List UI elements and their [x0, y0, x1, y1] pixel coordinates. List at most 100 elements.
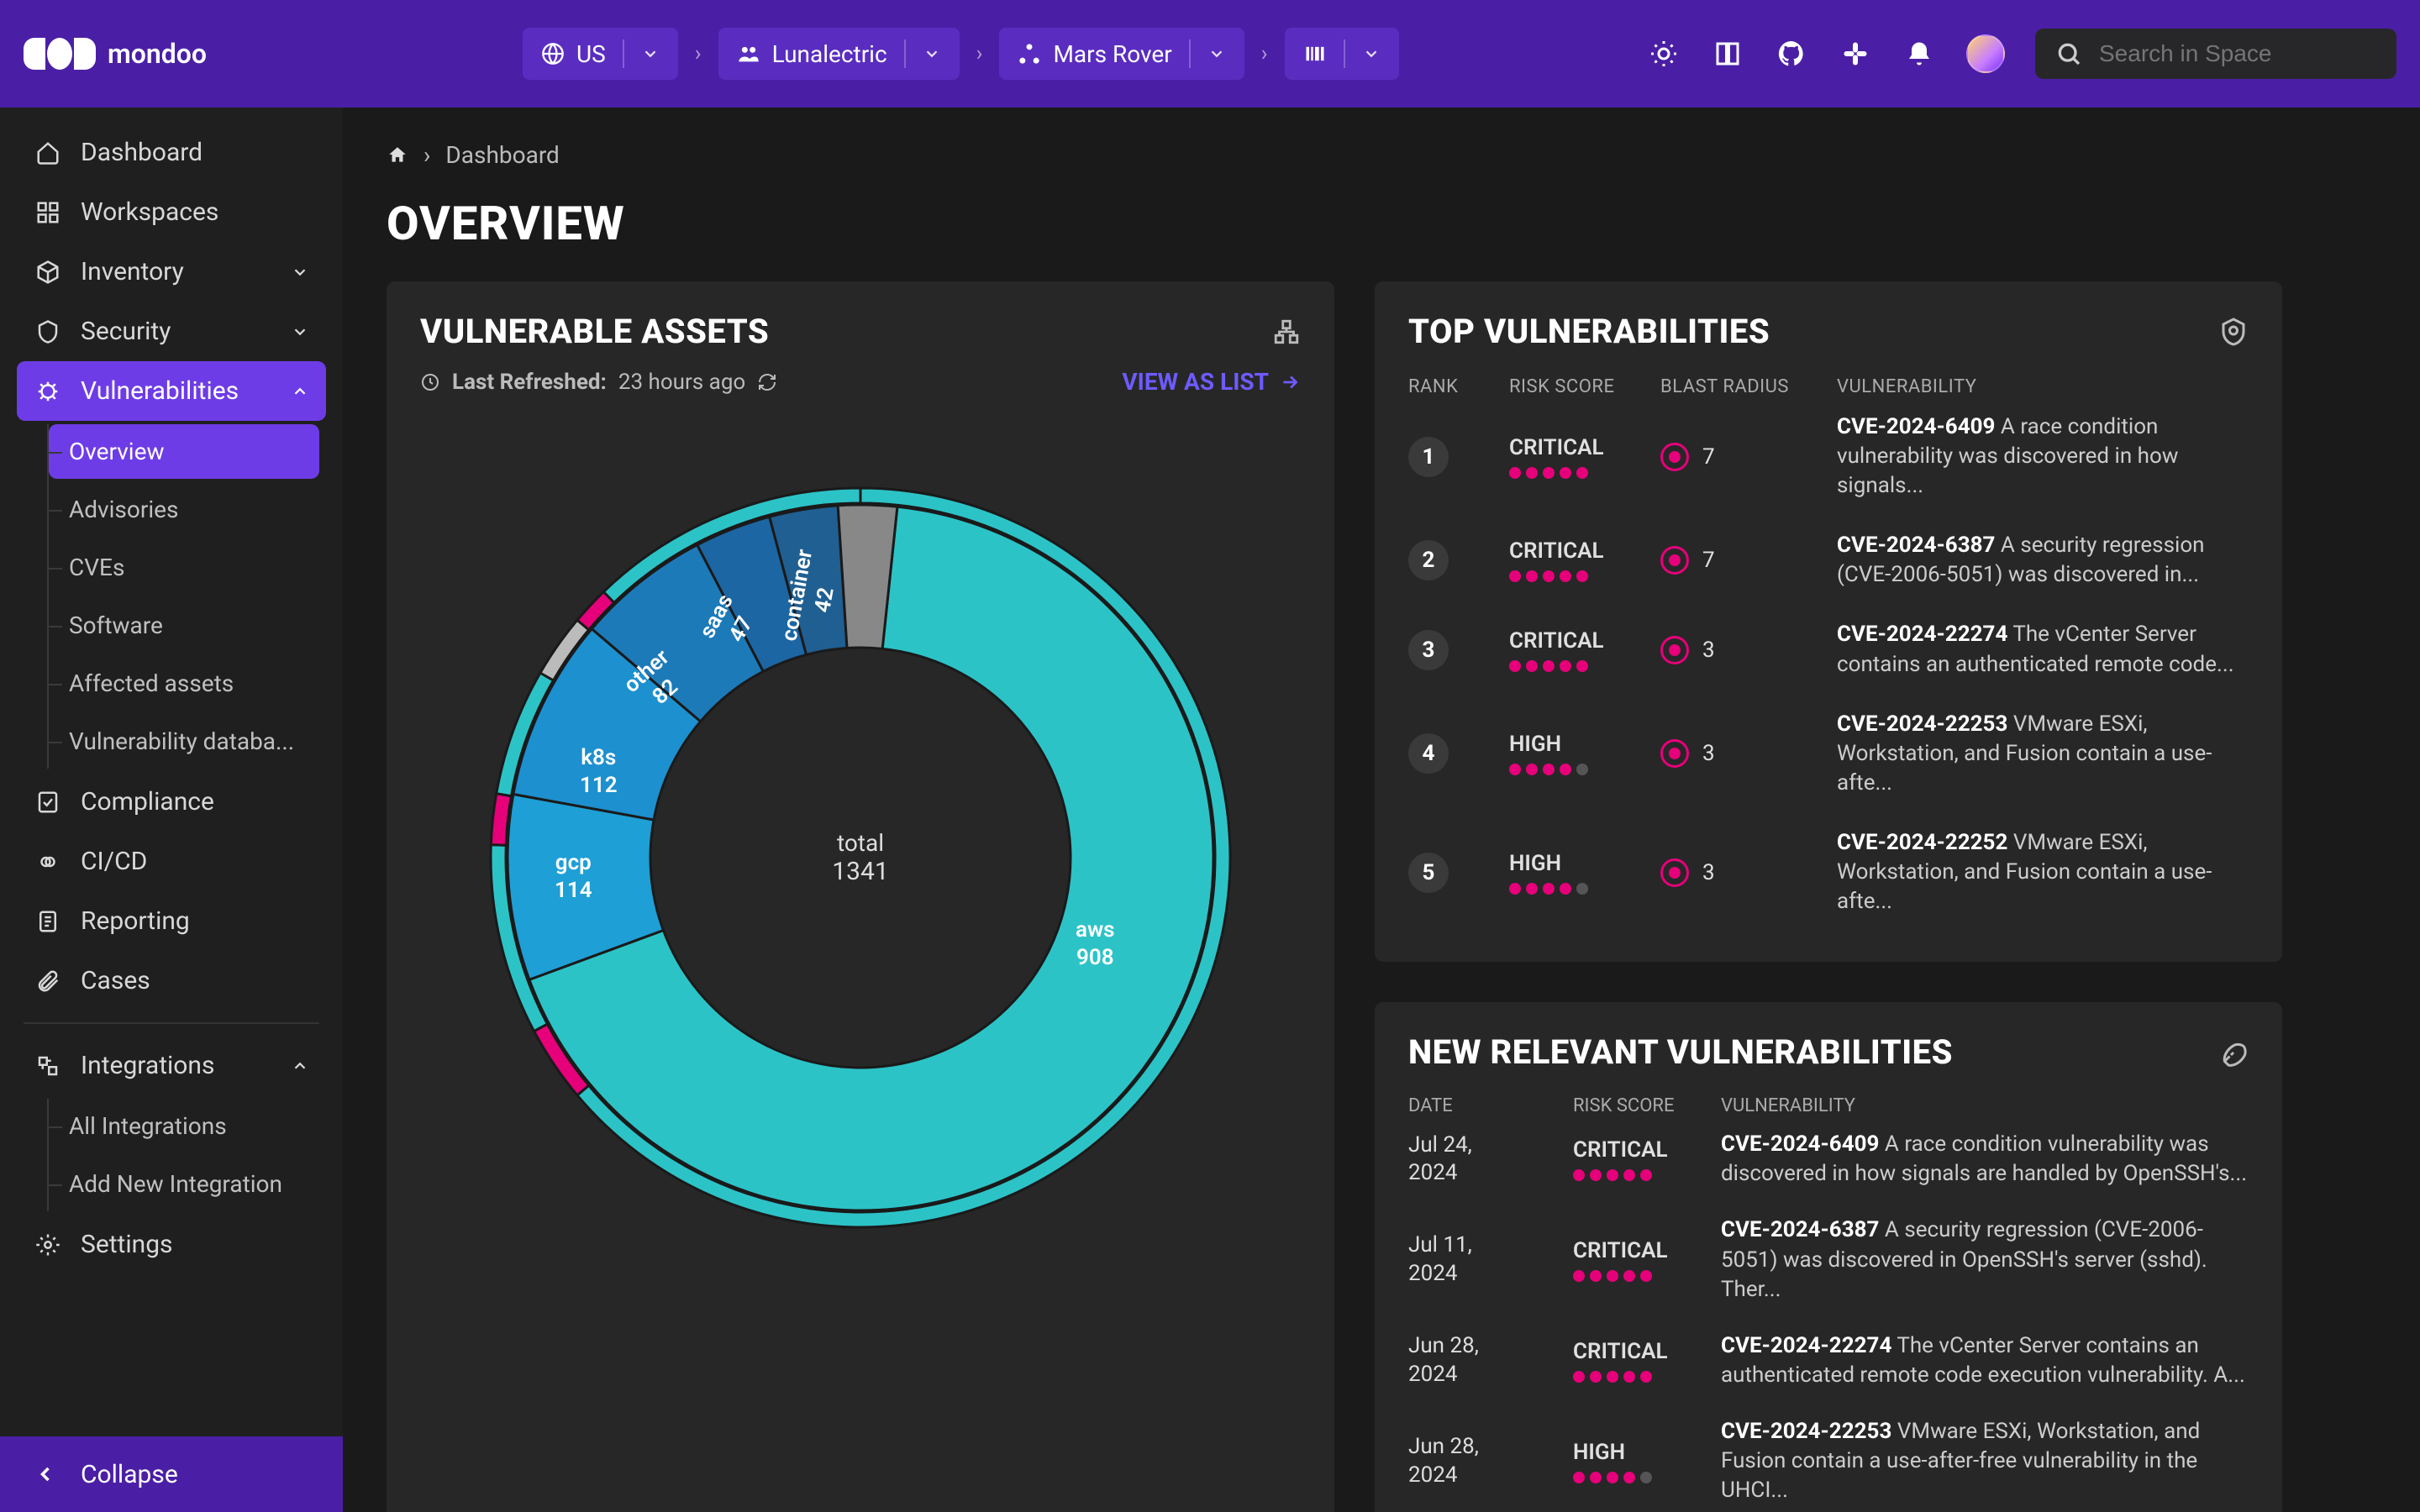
sub-item-add-integration[interactable]: Add New Integration [49, 1157, 319, 1211]
search-box[interactable] [2035, 29, 2396, 79]
risk-score: HIGH [1573, 1440, 1707, 1483]
last-refreshed-value: 23 hours ago [618, 370, 745, 395]
date-cell: Jun 28,2024 [1408, 1433, 1560, 1490]
panel-title: VULNERABLE ASSETS [420, 312, 769, 351]
docs-icon[interactable] [1711, 37, 1744, 71]
donut-center: total 1341 [832, 829, 888, 886]
col-blast: BLAST RADIUS [1660, 376, 1828, 397]
breadcrumb-chip-workspace[interactable] [1285, 28, 1399, 80]
vulnerabilities-subtree: Overview Advisories CVEs Software Affect… [47, 424, 326, 769]
blast-radius: 7 [1660, 443, 1828, 471]
table-row[interactable]: 5 HIGH 3 CVE-2024-22252 VMware ESXi, Wor… [1408, 813, 2249, 932]
rocket-icon[interactable] [2218, 1037, 2249, 1068]
chevron-down-icon [291, 263, 309, 281]
sidebar-item-reporting[interactable]: Reporting [17, 891, 326, 951]
shield-bug-icon[interactable] [2218, 317, 2249, 347]
risk-score: CRITICAL [1509, 538, 1652, 582]
seg-label-gcp: gcp114 [555, 849, 592, 904]
assets-icon[interactable] [1272, 318, 1301, 346]
collapse-sidebar-button[interactable]: Collapse [0, 1436, 343, 1512]
sidebar-item-compliance[interactable]: Compliance [17, 772, 326, 832]
chevron-up-icon [291, 382, 309, 401]
home-icon[interactable] [387, 144, 408, 166]
table-row[interactable]: Jul 24,2024 CRITICAL CVE-2024-6409 A rac… [1408, 1116, 2249, 1202]
integrations-subtree: All Integrations Add New Integration [47, 1099, 326, 1211]
puzzle-icon [34, 1052, 62, 1080]
chevron-down-icon [291, 323, 309, 341]
vuln-cell: CVE-2024-6387 A security regression (CVE… [1837, 531, 2249, 590]
topbar-actions [1647, 29, 2396, 79]
sub-item-all-integrations[interactable]: All Integrations [49, 1099, 319, 1153]
breadcrumb-chip-org[interactable]: Lunalectric [718, 28, 960, 80]
sub-item-overview[interactable]: Overview [49, 424, 319, 479]
blast-icon [1660, 858, 1689, 887]
arrow-right-icon [1279, 371, 1301, 393]
sub-item-software[interactable]: Software [49, 598, 319, 653]
table-row[interactable]: 4 HIGH 3 CVE-2024-22253 VMware ESXi, Wor… [1408, 695, 2249, 813]
table-header: DATE RISK SCORE VULNERABILITY [1408, 1095, 2249, 1116]
risk-score: CRITICAL [1573, 1238, 1707, 1282]
github-icon[interactable] [1775, 37, 1808, 71]
shield-icon [34, 318, 62, 346]
page-breadcrumb: › Dashboard [387, 141, 2376, 169]
view-as-list-link[interactable]: VIEW AS LIST [1122, 368, 1301, 396]
breadcrumb-chip-region[interactable]: US [523, 28, 678, 80]
vuln-cell: CVE-2024-22253 VMware ESXi, Workstation,… [1721, 1417, 2249, 1505]
slack-icon[interactable] [1839, 37, 1872, 71]
chip-separator [623, 39, 624, 68]
sidebar-divider [24, 1022, 319, 1024]
table-row[interactable]: Jun 28,2024 HIGH CVE-2024-22253 VMware E… [1408, 1404, 2249, 1512]
sidebar-item-inventory[interactable]: Inventory [17, 242, 326, 302]
sub-item-label: Software [69, 612, 163, 639]
sidebar-item-label: Dashboard [81, 138, 203, 167]
report-icon [34, 907, 62, 936]
sidebar-item-cases[interactable]: Cases [17, 951, 326, 1011]
donut-center-label: total [832, 829, 888, 857]
table-row[interactable]: 1 CRITICAL 7 CVE-2024-6409 A race condit… [1408, 397, 2249, 516]
bell-icon[interactable] [1902, 37, 1936, 71]
sub-item-label: Affected assets [69, 669, 234, 697]
home-outline-icon [34, 139, 62, 167]
sidebar-item-settings[interactable]: Settings [17, 1215, 326, 1274]
donut-chart[interactable]: total 1341 aws908 gcp114 k8s112 other82 [420, 396, 1301, 1320]
chip-separator [1189, 39, 1191, 68]
rank-badge: 1 [1408, 437, 1449, 477]
brand-logo[interactable]: mondoo [24, 38, 207, 70]
col-vuln: VULNERABILITY [1837, 376, 2249, 397]
vuln-cell: CVE-2024-22252 VMware ESXi, Workstation,… [1837, 828, 2249, 916]
table-row[interactable]: 2 CRITICAL 7 CVE-2024-6387 A security re… [1408, 516, 2249, 605]
sidebar-item-label: Vulnerabilities [81, 376, 239, 406]
rank-badge: 5 [1408, 853, 1449, 893]
sub-item-cves[interactable]: CVEs [49, 540, 319, 595]
theme-toggle-icon[interactable] [1647, 37, 1681, 71]
sidebar-item-security[interactable]: Security [17, 302, 326, 361]
date-cell: Jul 24,2024 [1408, 1131, 1560, 1189]
sidebar-item-dashboard[interactable]: Dashboard [17, 123, 326, 182]
top-bar: mondoo US › Lunalectric › [0, 0, 2420, 108]
table-row[interactable]: Jun 28,2024 CRITICAL CVE-2024-22274 The … [1408, 1318, 2249, 1404]
panel-title: TOP VULNERABILITIES [1408, 312, 1770, 351]
search-icon [2055, 40, 2082, 67]
search-input[interactable] [2099, 40, 2376, 67]
sub-item-vuln-db[interactable]: Vulnerability databa... [49, 714, 319, 769]
chip-separator [904, 39, 906, 68]
vuln-cell: CVE-2024-22253 VMware ESXi, Workstation,… [1837, 710, 2249, 798]
sub-item-advisories[interactable]: Advisories [49, 482, 319, 537]
risk-score: CRITICAL [1573, 1137, 1707, 1181]
sidebar-item-cicd[interactable]: CI/CD [17, 832, 326, 891]
sub-item-affected-assets[interactable]: Affected assets [49, 656, 319, 711]
user-avatar[interactable] [1966, 34, 2005, 73]
breadcrumb-page[interactable]: Dashboard [445, 141, 559, 169]
breadcrumb-separator: › [695, 41, 702, 66]
chevron-up-icon [291, 1057, 309, 1075]
chip-separator [1344, 39, 1345, 68]
sidebar-item-vulnerabilities[interactable]: Vulnerabilities [17, 361, 326, 421]
refresh-icon[interactable] [757, 372, 777, 392]
table-row[interactable]: 3 CRITICAL 3 CVE-2024-22274 The vCenter … [1408, 605, 2249, 694]
breadcrumb-chip-space[interactable]: Mars Rover [999, 28, 1244, 80]
sidebar-item-integrations[interactable]: Integrations [17, 1036, 326, 1095]
breadcrumb-chip-label: US [576, 40, 606, 68]
table-row[interactable]: Jul 11,2024 CRITICAL CVE-2024-6387 A sec… [1408, 1202, 2249, 1317]
sidebar-item-workspaces[interactable]: Workspaces [17, 182, 326, 242]
collapse-label: Collapse [81, 1460, 178, 1489]
